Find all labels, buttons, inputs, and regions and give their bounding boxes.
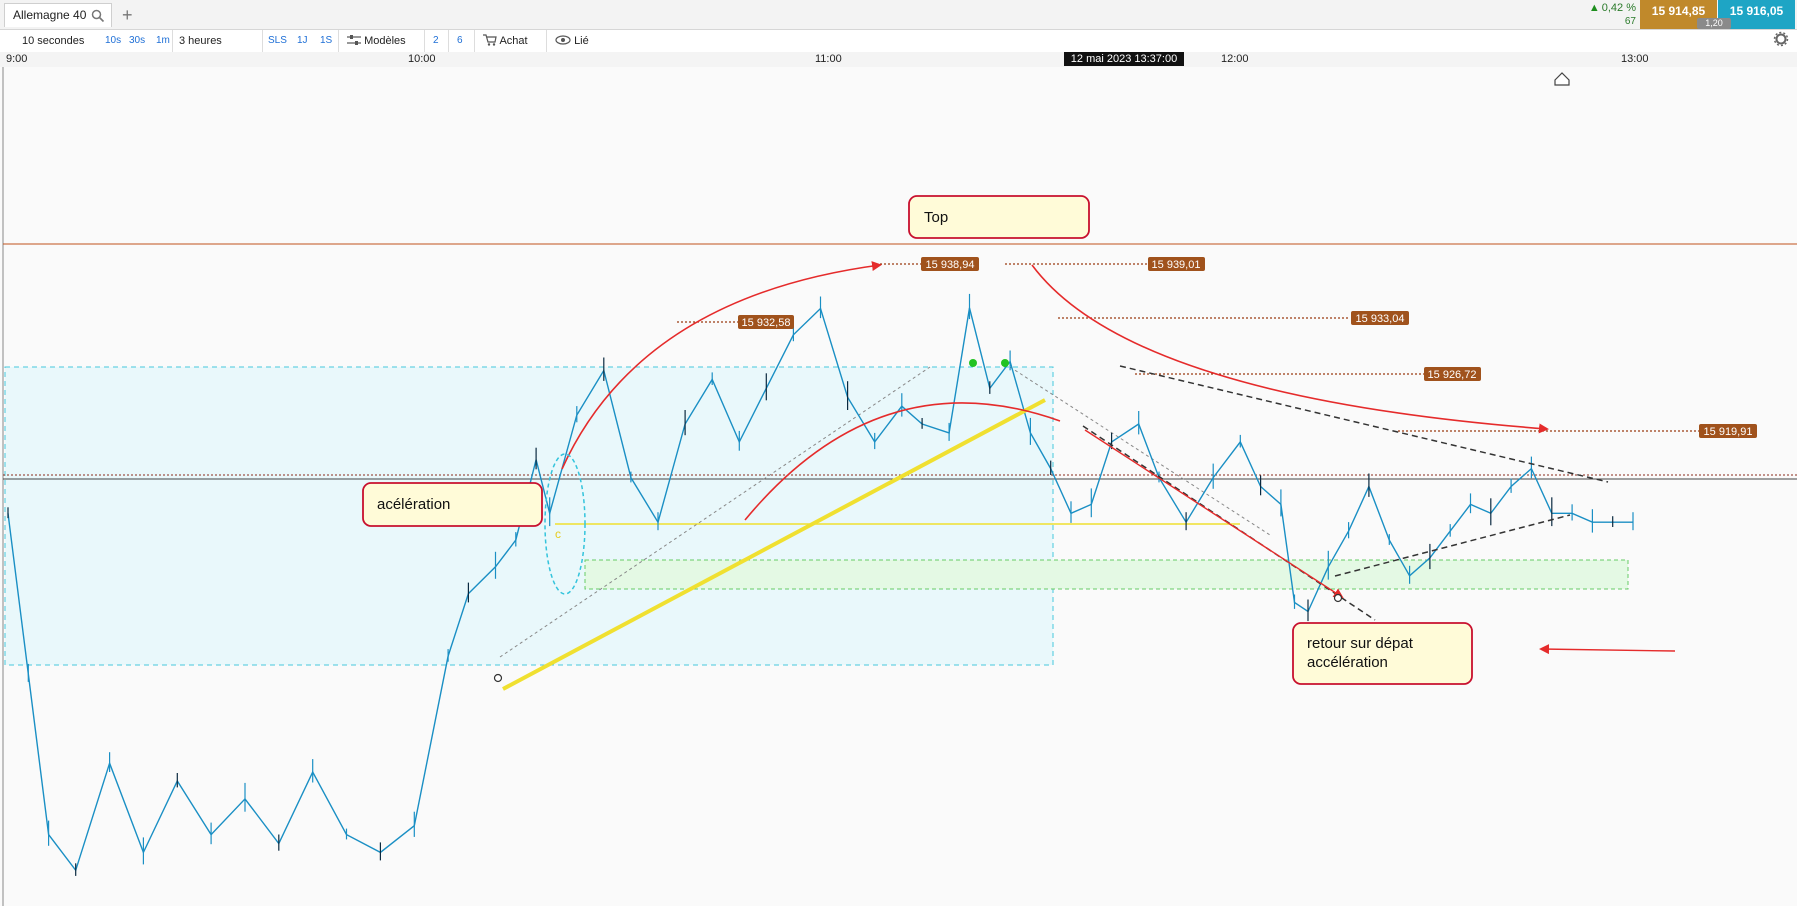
add-tab-button[interactable]: + (122, 3, 133, 27)
return-callout-line2: accélération (1307, 654, 1388, 671)
search-icon[interactable] (91, 9, 105, 23)
green-dot (969, 359, 977, 367)
interval-1m-button[interactable]: 1m (156, 30, 170, 52)
models-button[interactable]: Modèles (338, 30, 406, 52)
interval-10s-button[interactable]: 10s (105, 30, 121, 52)
layout-2-button[interactable]: 2 (424, 30, 439, 52)
time-axis: 9:00 10:00 11:00 12:00 13:00 12 mai 2023… (0, 52, 1797, 68)
gear-icon (1773, 31, 1789, 47)
instrument-tab[interactable]: Allemagne 40 (4, 3, 112, 27)
volume-count: 67 (1624, 16, 1636, 27)
linked-button[interactable]: Lié (546, 30, 589, 52)
price-tag-label: 15 938,94 (926, 259, 975, 271)
eye-icon (555, 35, 571, 45)
chart-canvas[interactable]: c 15 932,58 15 938,94 15 939,01 15 933,0… (0, 67, 1797, 906)
models-label: Modèles (364, 35, 406, 47)
price-tag: 15 938,94 (921, 257, 979, 271)
range-1s-button[interactable]: 1S (320, 30, 332, 52)
time-label: 13:00 (1621, 53, 1649, 65)
price-tag-label: 15 919,91 (1704, 426, 1753, 438)
price-tag-label: 15 926,72 (1428, 369, 1477, 381)
range-1j-button[interactable]: 1J (297, 30, 308, 52)
price-tag: 15 926,72 (1424, 367, 1481, 381)
price-tag-label: 15 933,04 (1356, 313, 1405, 325)
acceleration-callout[interactable]: acélération (362, 482, 543, 527)
price-tag-label: 15 932,58 (742, 317, 791, 329)
change-percent: ▲ 0,42 % (1588, 2, 1636, 14)
interval-30s-button[interactable]: 30s (129, 30, 145, 52)
marker-c-label: c (555, 527, 561, 541)
price-tag: 15 932,58 (738, 315, 794, 329)
buy-button[interactable]: Achat (474, 30, 528, 52)
settings-button[interactable] (1773, 30, 1789, 52)
spread-badge: 1,20 (1697, 18, 1731, 29)
top-callout-text: Top (924, 209, 948, 226)
cursor-time-label: 12 mai 2023 13:37:00 (1064, 52, 1184, 66)
return-callout-line1: retour sur dépat (1307, 635, 1414, 652)
tab-bar: Allemagne 40 + ▲ 0,42 % 67 15 914,85 15 9… (0, 0, 1797, 30)
top-callout[interactable]: Top (908, 195, 1090, 239)
time-label: 12:00 (1221, 53, 1249, 65)
return-callout[interactable]: retour sur dépat accélération (1292, 622, 1473, 685)
linked-label: Lié (574, 35, 589, 47)
green-zone (584, 559, 1629, 590)
price-tag-label: 15 939,01 (1152, 259, 1201, 271)
anchor-point[interactable] (493, 673, 503, 683)
anchor-point[interactable] (1333, 593, 1343, 603)
time-label: 9:00 (6, 53, 28, 65)
chart-toolbar: 10 secondes 10s 30s 1m 3 heures SLS 1J 1… (0, 30, 1797, 53)
green-dot (1001, 359, 1009, 367)
range-select[interactable]: 3 heures (172, 30, 222, 52)
price-chart[interactable]: c 15 932,58 15 938,94 15 939,01 15 933,0… (0, 67, 1797, 906)
cart-icon (483, 34, 497, 46)
acceleration-callout-text: acélération (377, 496, 450, 513)
buy-label: Achat (499, 35, 528, 47)
price-tag: 15 919,91 (1699, 424, 1757, 438)
sliders-icon (347, 35, 361, 45)
layout-6-button[interactable]: 6 (448, 30, 463, 52)
price-tag: 15 933,04 (1351, 311, 1409, 325)
instrument-tab-label: Allemagne 40 (13, 8, 87, 22)
time-label: 11:00 (815, 53, 842, 65)
price-tag: 15 939,01 (1148, 257, 1205, 271)
time-label: 10:00 (408, 53, 436, 65)
range-sls-button[interactable]: SLS (262, 30, 287, 52)
interval-select[interactable]: 10 secondes (22, 30, 84, 52)
up-triangle-icon: ▲ (1588, 2, 1600, 14)
